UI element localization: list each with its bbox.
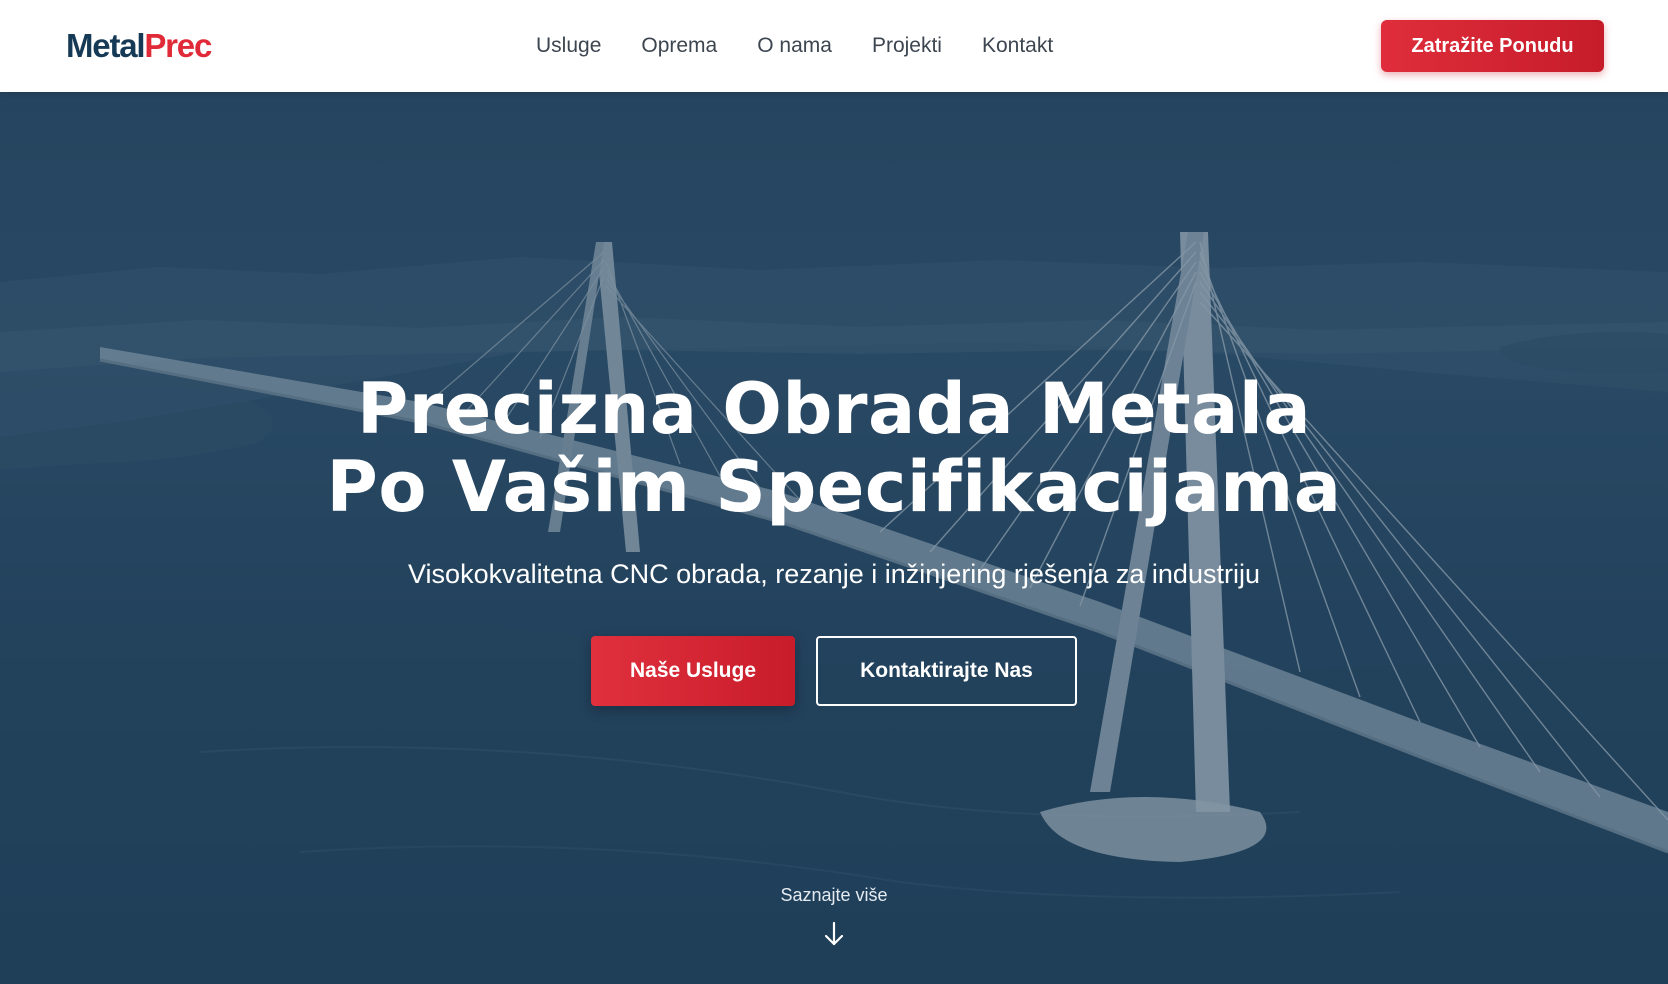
hero-title-line-2: Po Vašim Specifikacijama (326, 446, 1342, 528)
nav-link-kontakt[interactable]: Kontakt (982, 28, 1053, 64)
logo-text-metal: Metal (66, 27, 146, 64)
hero-title-line-1: Precizna Obrada Metala (356, 368, 1312, 450)
our-services-button[interactable]: Naše Usluge (591, 636, 795, 706)
request-quote-button[interactable]: Zatražite Ponudu (1381, 20, 1604, 72)
logo[interactable]: MetalPrec (66, 24, 212, 68)
hero-section: Precizna Obrada Metala Po Vašim Specifik… (0, 92, 1668, 984)
arrow-down-icon[interactable] (822, 920, 846, 948)
logo-text-prec: Prec (144, 27, 212, 64)
nav-link-projekti[interactable]: Projekti (872, 28, 942, 64)
contact-us-button[interactable]: Kontaktirajte Nas (816, 636, 1077, 706)
scroll-down-label[interactable]: Saznajte više (0, 883, 1668, 907)
site-header: MetalPrec Usluge Oprema O nama Projekti … (0, 0, 1668, 92)
nav-link-oprema[interactable]: Oprema (641, 28, 717, 64)
hero-overlay (0, 92, 1668, 984)
hero-subtitle: Visokokvalitetna CNC obrada, rezanje i i… (408, 559, 1260, 589)
nav-link-o-nama[interactable]: O nama (757, 28, 832, 64)
main-nav: Usluge Oprema O nama Projekti Kontakt (536, 28, 1093, 64)
nav-link-usluge[interactable]: Usluge (536, 28, 601, 64)
